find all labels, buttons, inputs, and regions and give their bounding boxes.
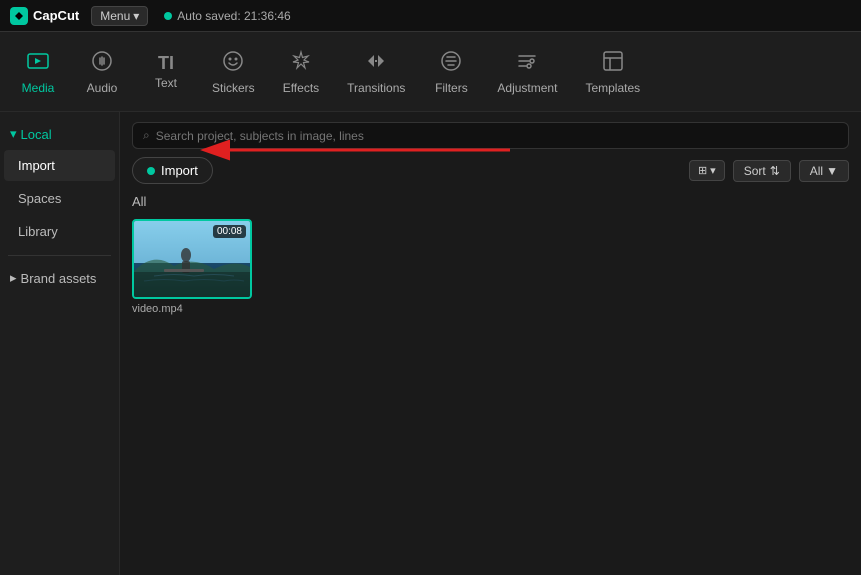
sidebar-divider	[8, 255, 111, 256]
transitions-icon	[364, 49, 388, 77]
sidebar-brand-assets-section[interactable]: ▸ Brand assets	[0, 264, 119, 292]
toolbar-item-stickers[interactable]: Stickers	[200, 41, 267, 103]
sidebar-item-library[interactable]: Library	[4, 216, 115, 247]
filter-icon: ▼	[826, 164, 838, 178]
sidebar-item-import[interactable]: Import	[4, 150, 115, 181]
section-all-label: All	[132, 192, 849, 211]
toolbar-item-media[interactable]: Media	[8, 41, 68, 103]
media-icon	[26, 49, 50, 77]
toolbar: Media Audio TI Text Stickers	[0, 32, 861, 112]
capcut-logo-icon	[10, 7, 28, 25]
sidebar-local-label: Local	[21, 127, 52, 142]
menu-button[interactable]: Menu ▾	[91, 6, 148, 26]
menu-chevron-icon: ▾	[133, 9, 139, 23]
media-thumbnail[interactable]: 00:08	[132, 219, 252, 299]
chevron-down-icon: ▾	[710, 164, 716, 177]
search-bar[interactable]: ⌕	[132, 122, 849, 149]
templates-icon	[601, 49, 625, 77]
media-filename: video.mp4	[132, 303, 252, 315]
chevron-down-icon: ▾	[10, 126, 17, 142]
all-filter-label: All	[810, 164, 823, 178]
audio-icon	[90, 49, 114, 77]
audio-label: Audio	[87, 81, 118, 95]
adjustment-icon	[515, 49, 539, 77]
autosave-status: Auto saved: 21:36:46	[164, 9, 290, 23]
sort-button[interactable]: Sort ⇅	[733, 160, 791, 182]
sidebar-local-section[interactable]: ▾ Local	[0, 120, 119, 148]
transitions-label: Transitions	[347, 81, 405, 95]
toolbar-item-transitions[interactable]: Transitions	[335, 41, 417, 103]
grid-view-icon: ⊞	[698, 164, 707, 177]
sidebar-import-label: Import	[18, 158, 55, 173]
media-item[interactable]: 00:08 video.mp4	[132, 219, 252, 315]
topbar: CapCut Menu ▾ Auto saved: 21:36:46	[0, 0, 861, 32]
import-dot-icon	[147, 167, 155, 175]
sidebar-library-label: Library	[18, 224, 58, 239]
toolbar-item-effects[interactable]: Effects	[271, 41, 331, 103]
toolbar-item-adjustment[interactable]: Adjustment	[485, 41, 569, 103]
autosave-dot-icon	[164, 12, 172, 20]
search-icon: ⌕	[143, 128, 150, 143]
toolbar-item-templates[interactable]: Templates	[573, 41, 652, 103]
sort-arrows-icon: ⇅	[770, 164, 780, 178]
content-area: ⌕ Import ⊞ ▾ Sort ⇅ All ▼	[120, 112, 861, 575]
controls-row: Import ⊞ ▾ Sort ⇅ All ▼	[132, 157, 849, 184]
media-label: Media	[22, 81, 55, 95]
app-logo: CapCut	[10, 7, 79, 25]
chevron-right-icon: ▸	[10, 270, 17, 286]
effects-label: Effects	[283, 81, 319, 95]
toolbar-item-text[interactable]: TI Text	[136, 46, 196, 98]
toolbar-item-filters[interactable]: Filters	[421, 41, 481, 103]
sidebar-item-spaces[interactable]: Spaces	[4, 183, 115, 214]
all-filter-button[interactable]: All ▼	[799, 160, 849, 182]
media-grid: 00:08 video.mp4	[132, 219, 849, 315]
adjustment-label: Adjustment	[497, 81, 557, 95]
view-toggle-button[interactable]: ⊞ ▾	[689, 160, 725, 181]
menu-label: Menu	[100, 9, 130, 23]
import-button[interactable]: Import	[132, 157, 213, 184]
filters-icon	[439, 49, 463, 77]
controls-right: ⊞ ▾ Sort ⇅ All ▼	[689, 160, 849, 182]
autosave-text: Auto saved: 21:36:46	[177, 9, 290, 23]
sidebar-spaces-label: Spaces	[18, 191, 61, 206]
templates-label: Templates	[585, 81, 640, 95]
main-area: ▾ Local Import Spaces Library ▸ Brand as…	[0, 112, 861, 575]
import-button-label: Import	[161, 163, 198, 178]
effects-icon	[289, 49, 313, 77]
sidebar-brand-assets-label: Brand assets	[21, 271, 97, 286]
toolbar-item-audio[interactable]: Audio	[72, 41, 132, 103]
text-icon: TI	[158, 54, 174, 72]
filters-label: Filters	[435, 81, 468, 95]
stickers-icon	[221, 49, 245, 77]
duration-badge: 00:08	[213, 225, 246, 238]
text-label: Text	[155, 76, 177, 90]
search-input[interactable]	[156, 129, 838, 143]
sidebar: ▾ Local Import Spaces Library ▸ Brand as…	[0, 112, 120, 575]
logo-text: CapCut	[33, 8, 79, 23]
sort-label: Sort	[744, 164, 766, 178]
stickers-label: Stickers	[212, 81, 255, 95]
